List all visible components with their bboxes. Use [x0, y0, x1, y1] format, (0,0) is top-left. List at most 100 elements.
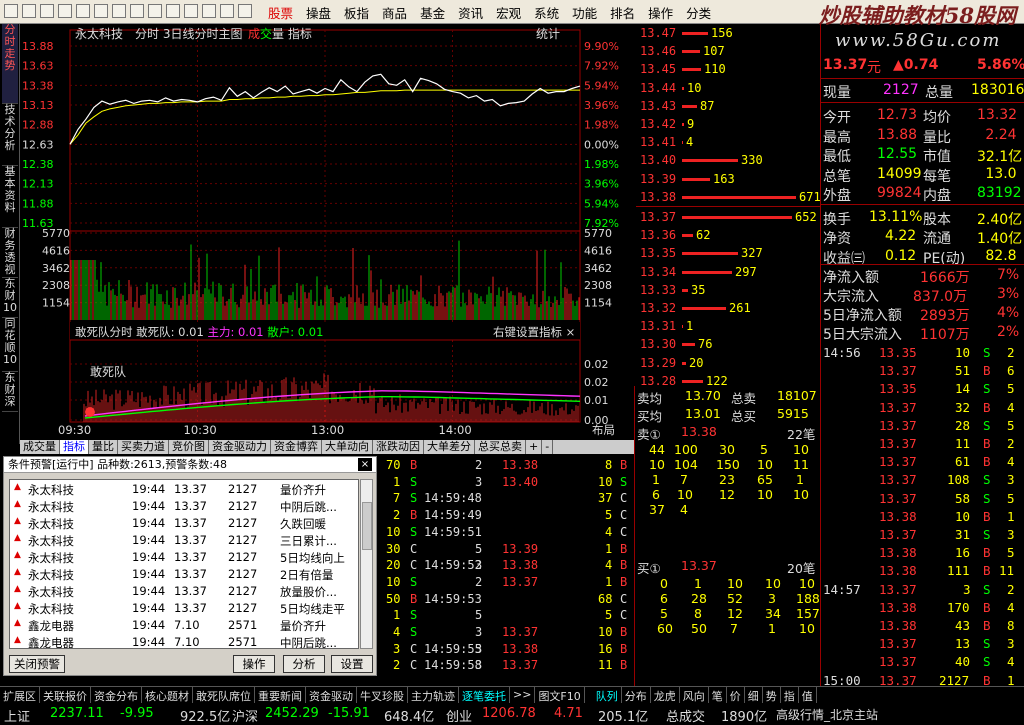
settings-button[interactable]: 设置 [331, 655, 373, 673]
menu-item-0[interactable]: 股票 [268, 3, 293, 22]
close-alert-button[interactable]: 关闭预警 [9, 655, 65, 673]
bottom-tab-14[interactable]: 龙虎 [651, 687, 680, 703]
back-icon[interactable] [58, 4, 72, 18]
forward-icon[interactable] [40, 4, 54, 18]
menu-item-2[interactable]: 板指 [344, 3, 369, 22]
indicator-tab-3[interactable]: 买卖力道 [118, 440, 169, 454]
search-icon[interactable] [94, 4, 108, 18]
bottom-tab-18[interactable]: 细 [745, 687, 763, 703]
restore-icon[interactable] [22, 4, 36, 18]
tick-row: 20 C 14:59:52 3 13.38 4 B [380, 556, 634, 573]
indicator-tab-11[interactable]: + [526, 440, 543, 454]
indicator-tab-4[interactable]: 竞价图 [169, 440, 209, 454]
alert-list[interactable]: ▲ 永太科技 19:44 13.37 2127 量价齐升 ▲ 永太科技 19:44 13.37 21… [9, 479, 359, 649]
indicator-tab-9[interactable]: 大单差分 [424, 440, 475, 454]
bottom-tab-17[interactable]: 价 [727, 687, 745, 703]
bottom-tab-13[interactable]: 分布 [622, 687, 651, 703]
indicator-tab-5[interactable]: 资金驱动力 [209, 440, 271, 454]
left-tab-6[interactable]: 东财深 [2, 372, 18, 412]
bottom-tab-3[interactable]: 核心题材 [142, 687, 193, 703]
bottom-tab-4[interactable]: 敢死队席位 [193, 687, 255, 703]
alert-row[interactable]: ▲ 永太科技 19:44 13.37 2127 2日有倍量 [10, 565, 358, 582]
tick-cell: 3 [1007, 472, 1015, 488]
menu-box-icon[interactable] [4, 4, 18, 18]
alert-row[interactable]: ▲ 鑫龙电器 19:44 7.10 2571 量价齐升 [10, 616, 358, 633]
menu-item-9[interactable]: 排名 [610, 3, 635, 22]
menu-item-6[interactable]: 宏观 [496, 3, 521, 22]
alert-row[interactable]: ▲ 永太科技 19:44 13.37 2127 5日均线向上 [10, 548, 358, 565]
home-icon[interactable] [76, 4, 90, 18]
menu-item-4[interactable]: 基金 [420, 3, 445, 22]
bottom-tab-16[interactable]: 笔 [709, 687, 727, 703]
bottom-tab-9[interactable]: 逐笔委托 [459, 687, 510, 703]
close-icon[interactable]: × [358, 458, 372, 471]
alert-row[interactable]: ▲ 永太科技 19:44 13.37 2127 三日累计... [10, 531, 358, 548]
menu-item-8[interactable]: 功能 [572, 3, 597, 22]
alert-row[interactable]: ▲ 永太科技 19:44 13.37 2127 5日均线走平 [10, 599, 358, 616]
bottom-tab-1[interactable]: 关联报价 [40, 687, 91, 703]
left-tab-3[interactable]: 财务透视 [2, 228, 18, 278]
alert-row[interactable]: ▲ 永太科技 19:44 13.37 2127 放量股价... [10, 582, 358, 599]
bottom-tab-0[interactable]: 扩展区 [0, 687, 40, 703]
alert-row[interactable]: ▲ 永太科技 19:44 13.37 2127 久跌回暖 [10, 514, 358, 531]
indicator-tab-10[interactable]: 总买总卖 [475, 440, 526, 454]
bottom-tab-20[interactable]: 指 [781, 687, 799, 703]
alert-row[interactable]: ▲ 鑫龙电器 19:44 7.10 2571 中阴后跳... [10, 633, 358, 648]
indicator-settings-link[interactable]: 右键设置指标 × [493, 325, 575, 339]
quote-line: 最高 13.88 量比 2.24 [821, 126, 1024, 146]
left-tab-2[interactable]: 基本资料 [2, 166, 18, 228]
indicator-tab-12[interactable]: - [542, 440, 554, 454]
layout-button[interactable]: 布局 [592, 423, 615, 437]
tick-cell: 1 [393, 608, 401, 623]
list-icon[interactable] [202, 4, 216, 18]
bottom-tab-6[interactable]: 资金驱动 [306, 687, 357, 703]
analyze-button[interactable]: 分析 [283, 655, 325, 673]
intraday-chart[interactable]: 永太科技 分时 3日线分时主图 成交量 指标 统计 13.88 9.90% 13.63 7.9… [20, 24, 634, 440]
refresh-icon[interactable] [112, 4, 126, 18]
bottom-tab-11[interactable]: 图文F10 [535, 687, 585, 703]
scroll-thumb[interactable] [362, 502, 372, 550]
indicator-tab-6[interactable]: 资金博弈 [271, 440, 322, 454]
menu-item-3[interactable]: 商品 [382, 3, 407, 22]
bottom-tab-7[interactable]: 牛叉珍股 [357, 687, 408, 703]
menu-item-5[interactable]: 资讯 [458, 3, 483, 22]
bottom-tab-21[interactable]: 值 [799, 687, 817, 703]
menu-item-1[interactable]: 操盘 [306, 3, 331, 22]
alert-scrollbar[interactable] [360, 479, 373, 649]
indicator-tab-2[interactable]: 量比 [89, 440, 118, 454]
indicator-tab-0[interactable]: 成交量 [20, 440, 60, 454]
total-volume-value: 1890亿 [721, 710, 768, 725]
menu-item-10[interactable]: 操作 [648, 3, 673, 22]
bottom-tab-15[interactable]: 风向 [680, 687, 709, 703]
tick-cell: 31 [955, 527, 971, 542]
condition-alert-window[interactable]: 条件预警[运行中] 品种数:2613,预警条数:48 × ▲ 永太科技 19:44 1… [3, 456, 377, 676]
chart-icon[interactable] [130, 4, 144, 18]
left-tab-0[interactable]: 分时走势 [2, 24, 18, 104]
bottom-tab-8[interactable]: 主力轨迹 [408, 687, 459, 703]
menu-item-7[interactable]: 系统 [534, 3, 559, 22]
bottom-tab-5[interactable]: 重要新闻 [255, 687, 306, 703]
bottom-tab-2[interactable]: 资金分布 [91, 687, 142, 703]
news-icon[interactable] [184, 4, 198, 18]
info-icon[interactable] [166, 4, 180, 18]
alert-row[interactable]: ▲ 永太科技 19:44 13.37 2127 中阴后跳... [10, 497, 358, 514]
star-icon[interactable] [238, 4, 252, 18]
alert-row[interactable]: ▲ 永太科技 19:44 13.37 2127 量价齐升 [10, 480, 358, 497]
operate-button[interactable]: 操作 [233, 655, 275, 673]
indicator-tab-1[interactable]: 指标 [60, 440, 89, 454]
indicator-tab-8[interactable]: 涨跌动因 [373, 440, 424, 454]
left-tab-5[interactable]: 同花顺10 [2, 318, 18, 372]
quote-line: 净资 4.22 流通 1.40亿 [821, 227, 1024, 247]
gear-icon[interactable] [148, 4, 162, 18]
bottom-tab-19[interactable]: 势 [763, 687, 781, 703]
pct-tick: 3.96% [584, 99, 619, 112]
indicator-tab-7[interactable]: 大单动向 [322, 440, 373, 454]
bottom-tab-12[interactable]: 队列 [593, 687, 622, 703]
menu-item-11[interactable]: 分类 [686, 3, 711, 22]
server-status[interactable]: 高级行情_北京主站 [776, 706, 878, 723]
grid-icon[interactable] [220, 4, 234, 18]
left-tab-1[interactable]: 技术分析 [2, 104, 18, 166]
left-tab-4[interactable]: 东财10 [2, 278, 18, 318]
bottom-tab-10[interactable]: >> [510, 687, 536, 703]
stats-button[interactable]: 统计 [536, 27, 560, 41]
